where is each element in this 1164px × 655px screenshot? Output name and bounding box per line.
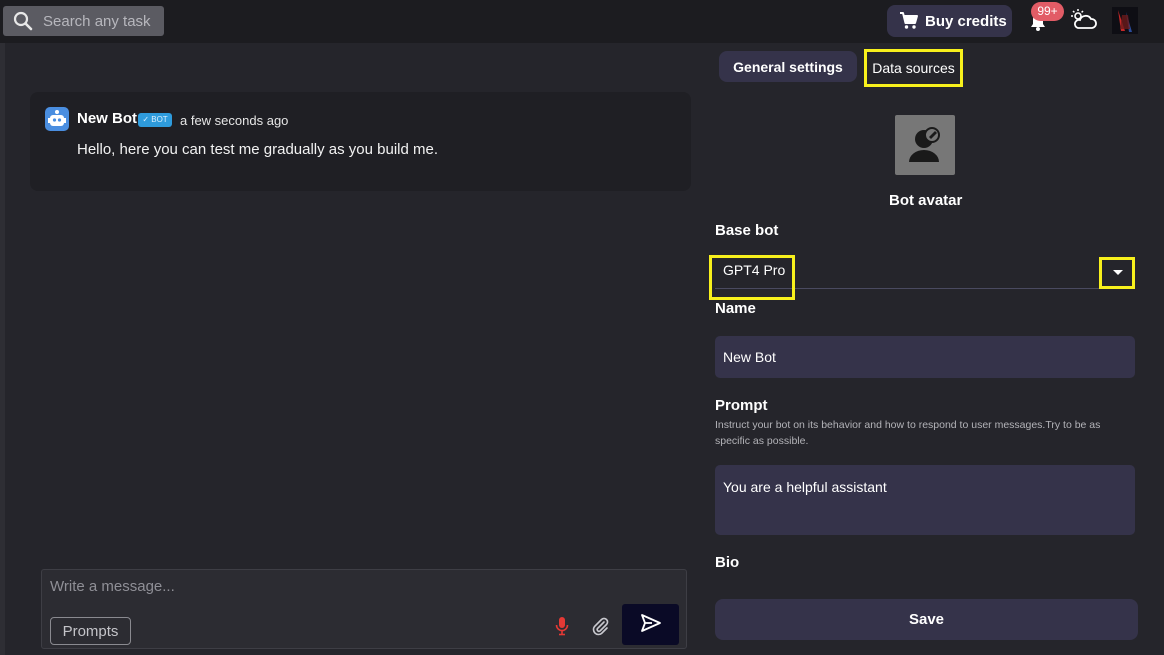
send-icon xyxy=(640,614,661,632)
base-bot-value: GPT4 Pro xyxy=(723,262,786,278)
bio-label: Bio xyxy=(715,554,740,571)
tab-data-sources[interactable]: Data sources xyxy=(864,49,963,87)
bot-tag-badge: ✓ BOT xyxy=(138,113,172,127)
bot-name: New Bot xyxy=(77,110,137,127)
dropdown-arrow-button[interactable] xyxy=(1099,257,1135,289)
cart-icon xyxy=(900,12,918,29)
chat-message-card: New Bot ✓ BOT a few seconds ago Hello, h… xyxy=(30,92,691,191)
tab-general-settings[interactable]: General settings xyxy=(719,51,857,82)
name-input[interactable] xyxy=(715,336,1135,378)
prompt-textarea[interactable]: You are a helpful assistant xyxy=(715,465,1135,535)
microphone-icon[interactable] xyxy=(555,616,569,636)
save-button[interactable]: Save xyxy=(715,599,1138,640)
bot-icon xyxy=(45,107,69,131)
send-button[interactable] xyxy=(622,604,679,645)
user-avatar[interactable] xyxy=(1112,7,1138,34)
search-box[interactable] xyxy=(3,6,164,36)
robot-icon xyxy=(48,110,66,126)
base-bot-label: Base bot xyxy=(715,222,779,239)
prompt-label: Prompt xyxy=(715,397,768,414)
bot-avatar-upload[interactable] xyxy=(895,115,955,175)
left-edge-divider xyxy=(0,43,5,655)
message-text: Hello, here you can test me gradually as… xyxy=(77,141,439,158)
message-input[interactable] xyxy=(50,578,670,602)
buy-credits-label: Buy credits xyxy=(925,12,1007,30)
base-bot-select[interactable]: GPT4 Pro xyxy=(709,253,1135,300)
caret-down-icon xyxy=(1113,270,1123,275)
prompts-button[interactable]: Prompts xyxy=(50,617,131,645)
avatar-placeholder-icon xyxy=(909,127,940,162)
buy-credits-button[interactable]: Buy credits xyxy=(887,5,1012,37)
user-avatar-image xyxy=(1112,7,1138,34)
top-bar: Buy credits 99+ xyxy=(0,0,1164,43)
prompt-help-text: Instruct your bot on its behavior and ho… xyxy=(715,419,1101,447)
search-input[interactable] xyxy=(43,10,161,32)
search-icon xyxy=(13,11,33,31)
name-label: Name xyxy=(715,300,756,317)
message-composer: Prompts xyxy=(41,569,687,649)
weather-icon[interactable] xyxy=(1070,8,1098,34)
bot-avatar-label: Bot avatar xyxy=(889,192,963,209)
notification-badge: 99+ xyxy=(1031,2,1064,21)
message-timestamp: a few seconds ago xyxy=(180,113,289,128)
attachment-icon[interactable] xyxy=(590,616,610,636)
